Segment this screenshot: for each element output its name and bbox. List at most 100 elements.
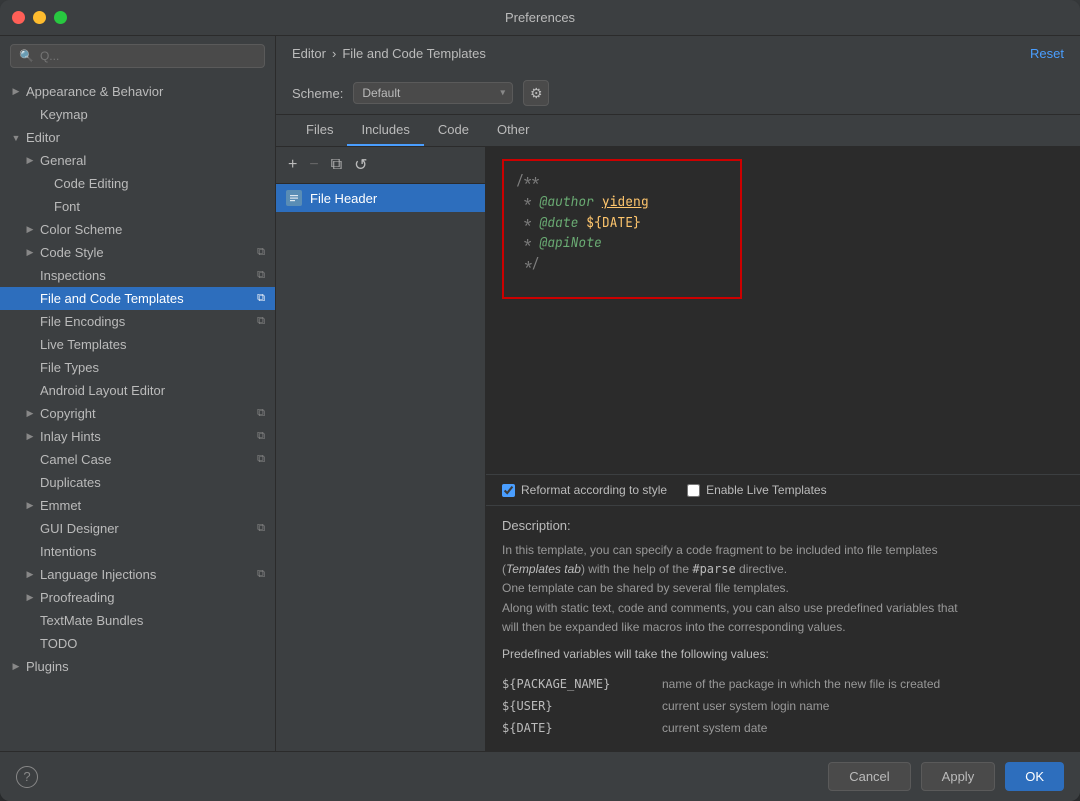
chevron-right-icon: ▶ [24, 431, 36, 442]
chevron-down-icon: ▼ [10, 133, 22, 143]
desc-templates-tab: Templates tab [506, 562, 581, 576]
code-line-3: * @date ${DATE} [516, 213, 728, 234]
remove-template-button[interactable]: − [305, 154, 322, 176]
sidebar-item-label: Emmet [40, 498, 81, 513]
sidebar-item-general[interactable]: ▶ General [0, 149, 275, 172]
scheme-select[interactable]: Default [353, 82, 513, 104]
copy-template-button[interactable]: ⧉ [327, 154, 346, 176]
sidebar-item-language-injections[interactable]: ▶ Language Injections ⧉ [0, 563, 275, 586]
var-name-1: ${USER} [502, 695, 662, 717]
chevron-right-icon: ▶ [24, 500, 36, 511]
copy-icon: ⧉ [257, 568, 265, 581]
sidebar-item-code-editing[interactable]: Code Editing [0, 172, 275, 195]
var-desc-1: current user system login name [662, 695, 1064, 717]
traffic-lights [12, 11, 67, 24]
sidebar-item-camel-case[interactable]: Camel Case ⧉ [0, 448, 275, 471]
tab-other[interactable]: Other [483, 115, 544, 146]
sidebar-item-inlay-hints[interactable]: ▶ Inlay Hints ⧉ [0, 425, 275, 448]
reformat-checkbox[interactable] [502, 484, 515, 497]
sidebar-item-file-types[interactable]: File Types [0, 356, 275, 379]
table-row: ${USER} current user system login name [502, 695, 1064, 717]
sidebar-item-todo[interactable]: TODO [0, 632, 275, 655]
sidebar-item-label: Android Layout Editor [40, 383, 165, 398]
sidebar-item-intentions[interactable]: Intentions [0, 540, 275, 563]
add-template-button[interactable]: + [284, 154, 301, 176]
reset-template-button[interactable]: ↺ [350, 153, 371, 177]
copy-icon: ⧉ [257, 522, 265, 535]
template-item-file-header[interactable]: File Header [276, 184, 485, 212]
search-icon: 🔍 [19, 49, 34, 63]
search-input[interactable] [40, 49, 256, 63]
sidebar-item-plugins[interactable]: ▶ Plugins [0, 655, 275, 678]
tab-includes[interactable]: Includes [347, 115, 423, 146]
description-text: In this template, you can specify a code… [502, 541, 1064, 637]
bottom-bar: ? Cancel Apply OK [0, 751, 1080, 801]
sidebar-item-label: Inlay Hints [40, 429, 101, 444]
desc-text-3: One template can be shared by several fi… [502, 581, 789, 595]
sidebar-item-font[interactable]: Font [0, 195, 275, 218]
sidebar: 🔍 ▶ Appearance & Behavior Keymap ▼ Edito… [0, 36, 276, 751]
help-button[interactable]: ? [16, 766, 38, 788]
ok-button[interactable]: OK [1005, 762, 1064, 791]
sidebar-item-file-code-templates[interactable]: File and Code Templates ⧉ [0, 287, 275, 310]
sidebar-item-label: TextMate Bundles [40, 613, 143, 628]
sidebar-item-gui-designer[interactable]: GUI Designer ⧉ [0, 517, 275, 540]
reset-button[interactable]: Reset [1030, 46, 1064, 61]
cancel-button[interactable]: Cancel [828, 762, 910, 791]
desc-text-4: Along with static text, code and comment… [502, 601, 958, 615]
sidebar-item-label: File and Code Templates [40, 291, 184, 306]
sidebar-item-label: Inspections [40, 268, 106, 283]
var-name-0: ${PACKAGE_NAME} [502, 673, 662, 695]
sidebar-item-keymap[interactable]: Keymap [0, 103, 275, 126]
code-line-1: /** [516, 171, 728, 192]
var-desc-0: name of the package in which the new fil… [662, 673, 1064, 695]
maximize-button[interactable] [54, 11, 67, 24]
desc-text-5: will then be expanded like macros into t… [502, 620, 846, 634]
gear-button[interactable]: ⚙ [523, 80, 549, 106]
options-bar: Reformat according to style Enable Live … [486, 474, 1080, 505]
sidebar-item-appearance[interactable]: ▶ Appearance & Behavior [0, 80, 275, 103]
sidebar-item-editor[interactable]: ▼ Editor [0, 126, 275, 149]
sidebar-item-textmate-bundles[interactable]: TextMate Bundles [0, 609, 275, 632]
code-editor[interactable]: /** * @author yideng * @date ${DATE} * @… [486, 147, 1080, 474]
sidebar-item-label: GUI Designer [40, 521, 119, 536]
live-templates-checkbox-label[interactable]: Enable Live Templates [687, 483, 827, 497]
var-name-2: ${DATE} [502, 717, 662, 739]
search-box[interactable]: 🔍 [10, 44, 265, 68]
sidebar-item-label: Live Templates [40, 337, 126, 352]
sidebar-item-code-style[interactable]: ▶ Code Style ⧉ [0, 241, 275, 264]
tab-code[interactable]: Code [424, 115, 483, 146]
sidebar-item-duplicates[interactable]: Duplicates [0, 471, 275, 494]
desc-text-1: In this template, you can specify a code… [502, 543, 938, 557]
tabs-bar: Files Includes Code Other [276, 115, 1080, 147]
code-line-5: */ [516, 254, 728, 275]
window-title: Preferences [505, 10, 575, 25]
chevron-right-icon: ▶ [24, 592, 36, 603]
sidebar-tree: ▶ Appearance & Behavior Keymap ▼ Editor … [0, 76, 275, 751]
sidebar-item-label: Appearance & Behavior [26, 84, 163, 99]
sidebar-item-proofreading[interactable]: ▶ Proofreading [0, 586, 275, 609]
live-templates-label: Enable Live Templates [706, 483, 827, 497]
scheme-label: Scheme: [292, 86, 343, 101]
apply-button[interactable]: Apply [921, 762, 996, 791]
chevron-right-icon: ▶ [10, 661, 22, 672]
minimize-button[interactable] [33, 11, 46, 24]
sidebar-item-emmet[interactable]: ▶ Emmet [0, 494, 275, 517]
scheme-select-wrap: Default [353, 82, 513, 104]
sidebar-item-file-encodings[interactable]: File Encodings ⧉ [0, 310, 275, 333]
reformat-checkbox-label[interactable]: Reformat according to style [502, 483, 667, 497]
sidebar-item-color-scheme[interactable]: ▶ Color Scheme [0, 218, 275, 241]
live-templates-checkbox[interactable] [687, 484, 700, 497]
sidebar-item-inspections[interactable]: Inspections ⧉ [0, 264, 275, 287]
sidebar-item-label: Copyright [40, 406, 96, 421]
reformat-label: Reformat according to style [521, 483, 667, 497]
sidebar-item-live-templates[interactable]: Live Templates [0, 333, 275, 356]
sidebar-item-android-layout[interactable]: Android Layout Editor [0, 379, 275, 402]
sidebar-item-copyright[interactable]: ▶ Copyright ⧉ [0, 402, 275, 425]
code-editor-inner[interactable]: /** * @author yideng * @date ${DATE} * @… [502, 159, 742, 299]
chevron-right-icon: ▶ [24, 224, 36, 235]
description-title: Description: [502, 518, 1064, 533]
close-button[interactable] [12, 11, 25, 24]
tab-files[interactable]: Files [292, 115, 347, 146]
copy-icon: ⧉ [257, 430, 265, 443]
